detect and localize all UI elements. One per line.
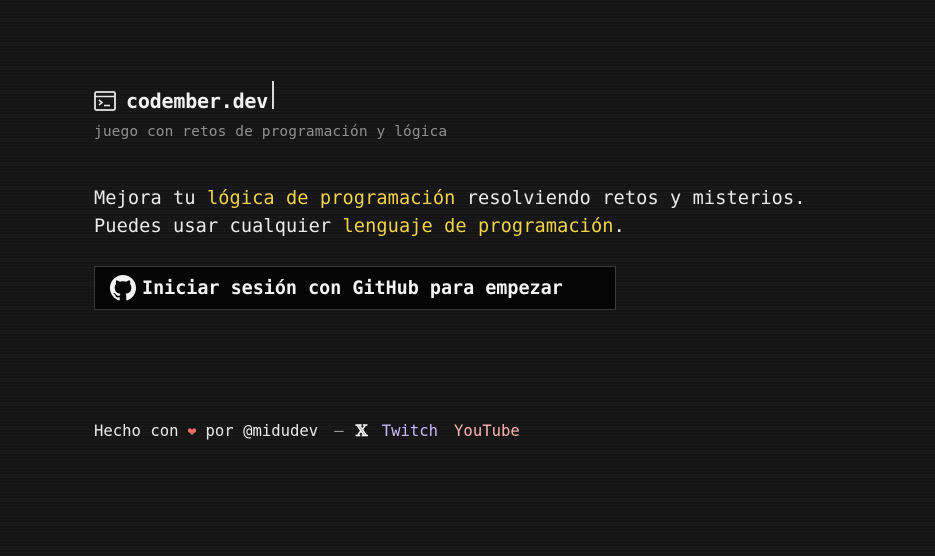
intro-highlight-language: lenguaje de programación [342,216,614,237]
github-login-label: Iniciar sesión con GitHub para empezar [142,277,563,299]
footer: Hecho con ❤ por @midudev — 𝕏 Twitch YouT… [94,421,520,440]
footer-separator: — [334,421,344,440]
terminal-icon [94,91,116,111]
text-cursor [272,81,275,109]
main-content: codember.dev juego con retos de programa… [94,81,894,310]
footer-author[interactable]: por @midudev [206,422,319,440]
github-icon [110,275,136,301]
x-link[interactable]: 𝕏 [356,421,368,440]
youtube-link[interactable]: YouTube [454,422,520,440]
intro-highlight-logic: lógica de programación [206,188,456,209]
github-login-button[interactable]: Iniciar sesión con GitHub para empezar [94,266,616,310]
heart-icon: ❤ [187,421,197,440]
intro-line-2: Puedes usar cualquier lenguaje de progra… [94,213,894,241]
intro-text: Mejora tu lógica de programación resolvi… [94,185,894,241]
tagline: juego con retos de programación y lógica [94,124,448,140]
twitch-link[interactable]: Twitch [382,422,438,440]
intro-line-1-pre: Mejora tu [94,188,207,209]
intro-line-2-post: . [613,216,625,237]
brand-title[interactable]: codember.dev [126,89,268,113]
logo-row: codember.dev [94,81,894,120]
intro-line-2-pre: Puedes usar cualquier [94,216,343,237]
intro-line-1: Mejora tu lógica de programación resolvi… [94,185,894,213]
footer-made-with: Hecho con [94,421,179,440]
intro-line-1-post: resolviendo retos y misterios. [455,188,806,209]
